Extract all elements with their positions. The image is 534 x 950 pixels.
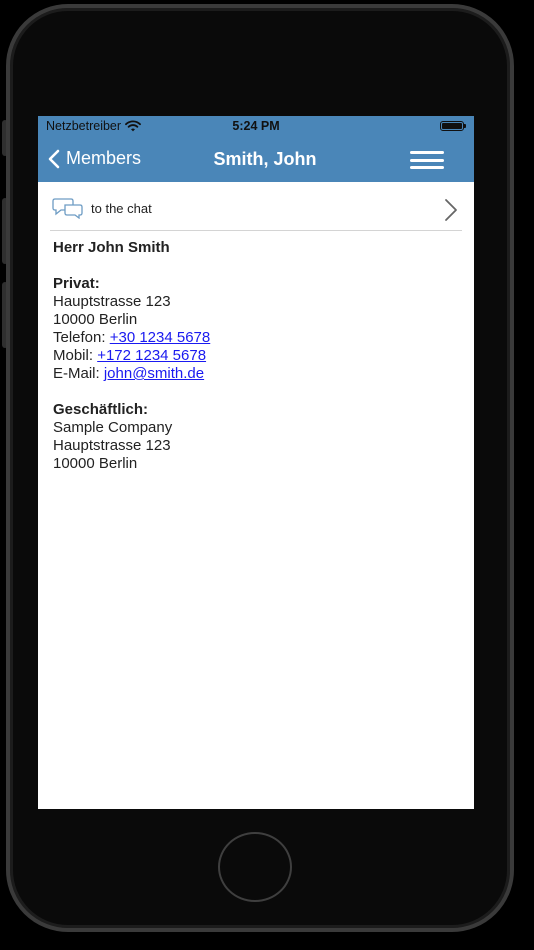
email-label: E-Mail: <box>53 365 104 382</box>
business-street: Hauptstrasse 123 <box>53 437 171 454</box>
battery-icon <box>440 121 466 131</box>
contact-details: Herr John Smith Privat: Hauptstrasse 123… <box>38 231 474 473</box>
phone-screen: Netzbetreiber 5:24 PM Members Smith, Joh… <box>38 116 474 809</box>
chat-link-label: to the chat <box>91 201 152 216</box>
contact-name: Herr John Smith <box>53 239 170 256</box>
phone-label: Telefon: <box>53 329 110 346</box>
hamburger-menu-icon[interactable] <box>410 151 444 169</box>
chevron-right-icon <box>445 199 457 221</box>
private-heading: Privat: <box>53 275 100 292</box>
page-title: Smith, John <box>213 149 317 169</box>
private-street: Hauptstrasse 123 <box>53 293 171 310</box>
email-link[interactable]: john@smith.de <box>104 365 204 382</box>
business-company: Sample Company <box>53 419 173 436</box>
navigation-bar: Members Smith, John <box>38 136 474 182</box>
business-city: 10000 Berlin <box>53 455 138 472</box>
phone-link[interactable]: +30 1234 5678 <box>110 329 211 346</box>
battery-level <box>442 123 462 129</box>
business-heading: Geschäftlich: <box>53 401 149 418</box>
private-email-line: E-Mail: john@smith.de <box>53 365 459 383</box>
status-time: 5:24 PM <box>232 119 280 133</box>
chat-bubbles-icon <box>52 198 83 219</box>
private-city: 10000 Berlin <box>53 311 138 328</box>
home-button[interactable] <box>218 832 292 902</box>
private-phone-line: Telefon: +30 1234 5678 <box>53 329 459 347</box>
status-bar: Netzbetreiber 5:24 PM <box>38 116 474 136</box>
mobile-label: Mobil: <box>53 347 98 364</box>
private-mobile-line: Mobil: +172 1234 5678 <box>53 347 459 365</box>
chat-link-row[interactable]: to the chat <box>50 182 462 231</box>
mobile-link[interactable]: +172 1234 5678 <box>97 347 206 364</box>
